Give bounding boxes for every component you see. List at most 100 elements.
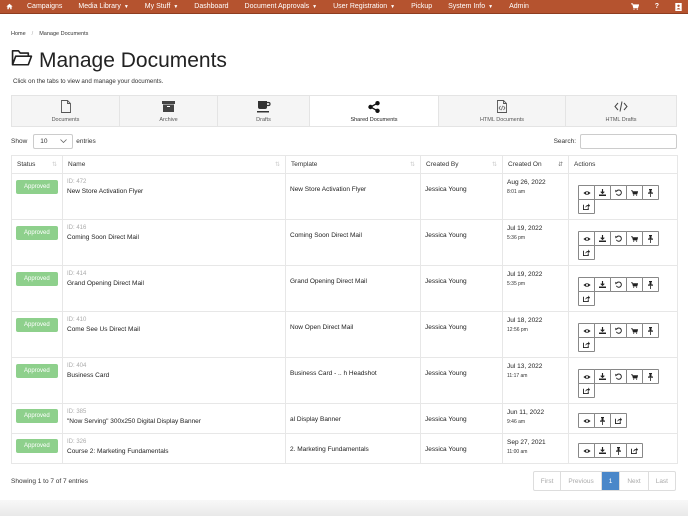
view-button[interactable]	[578, 369, 595, 384]
download-button[interactable]	[594, 369, 611, 384]
pin-button[interactable]	[642, 277, 659, 292]
view-button[interactable]	[578, 185, 595, 200]
revert-button[interactable]	[610, 277, 627, 292]
share-button[interactable]	[578, 337, 595, 352]
cart-button[interactable]	[626, 185, 643, 200]
download-button[interactable]	[594, 443, 611, 458]
status-cell: Approved	[11, 403, 63, 434]
eye-icon	[582, 236, 591, 242]
cart-button[interactable]	[626, 231, 643, 246]
download-button[interactable]	[594, 323, 611, 338]
view-button[interactable]	[578, 443, 595, 458]
share-button[interactable]	[578, 383, 595, 398]
sort-icon: ⇅	[491, 162, 497, 168]
column-header-created-by[interactable]: Created By ⇅	[420, 155, 503, 174]
pin-button[interactable]	[610, 443, 627, 458]
help-icon[interactable]: ?	[655, 3, 659, 10]
download-button[interactable]	[594, 185, 611, 200]
revert-button[interactable]	[610, 369, 627, 384]
pagination-first-button[interactable]: First	[534, 472, 562, 490]
nav-item-document-approvals[interactable]: Document Approvals ▼	[245, 3, 318, 10]
view-button[interactable]	[578, 277, 595, 292]
share-external-icon	[583, 387, 590, 394]
cart-button[interactable]	[626, 323, 643, 338]
tab-html-drafts[interactable]: HTML Drafts	[566, 96, 676, 126]
document-name[interactable]: "Now Serving" 300x250 Digital Display Ba…	[67, 418, 281, 425]
nav-item-admin[interactable]: Admin	[509, 3, 529, 10]
pin-button[interactable]	[642, 369, 659, 384]
nav-item-pickup[interactable]: Pickup	[411, 3, 432, 10]
created-date: Sep 27, 2021	[507, 439, 546, 446]
tab-archive[interactable]: Archive	[120, 96, 218, 126]
pin-button[interactable]	[594, 413, 611, 428]
nav-item-system-info[interactable]: System Info ▼	[448, 3, 493, 10]
sort-icon: ⇅	[274, 162, 280, 168]
view-button[interactable]	[578, 231, 595, 246]
share-button[interactable]	[578, 199, 595, 214]
nav-item-label: My Stuff	[144, 3, 171, 10]
share-button[interactable]	[626, 443, 643, 458]
tab-drafts[interactable]: Drafts	[218, 96, 310, 126]
table-footer: Showing 1 to 7 of 7 entries First Previou…	[11, 471, 677, 491]
share-button[interactable]	[578, 291, 595, 306]
pin-button[interactable]	[642, 185, 659, 200]
pin-button[interactable]	[642, 231, 659, 246]
pagination-1-button[interactable]: 1	[601, 472, 621, 490]
share-button[interactable]	[578, 245, 595, 260]
navbar-right: ?	[615, 2, 682, 11]
nav-item-dashboard[interactable]: Dashboard	[194, 3, 228, 10]
share-button[interactable]	[610, 413, 627, 428]
column-label: Name	[68, 161, 86, 168]
column-header-created-on[interactable]: Created On ⇵	[502, 155, 569, 174]
table-controls: Show 10 entries Search:	[11, 134, 677, 149]
column-header-status[interactable]: Status ⇅	[11, 155, 63, 174]
nav-item-campaigns[interactable]: Campaigns	[27, 3, 62, 10]
created-date: Jul 19, 2022	[507, 225, 543, 232]
tab-html-documents[interactable]: HTML Documents	[439, 96, 566, 126]
show-label: Show	[11, 138, 28, 145]
cart-button[interactable]	[626, 369, 643, 384]
undo-icon	[615, 281, 622, 288]
document-name[interactable]: Grand Opening Direct Mail	[67, 280, 281, 287]
breadcrumb-home[interactable]: Home	[11, 31, 26, 37]
view-button[interactable]	[578, 323, 595, 338]
tab-shared-documents[interactable]: Shared Documents	[310, 96, 439, 126]
tab-documents[interactable]: Documents	[12, 96, 120, 126]
breadcrumb-current: Manage Documents	[39, 31, 89, 37]
search-input[interactable]	[580, 134, 677, 149]
created-time: 5:35 pm	[507, 281, 526, 287]
download-button[interactable]	[594, 231, 611, 246]
column-header-name[interactable]: Name ⇅	[62, 155, 286, 174]
page-length-select[interactable]: 10	[33, 134, 74, 149]
column-header-template[interactable]: Template ⇅	[285, 155, 421, 174]
nav-item-my-stuff[interactable]: My Stuff ▼	[145, 3, 179, 10]
pagination-last-button[interactable]: Last	[649, 472, 675, 490]
bottom-shade	[0, 500, 688, 516]
view-button[interactable]	[578, 413, 595, 428]
revert-button[interactable]	[610, 323, 627, 338]
nav-item-label: Pickup	[411, 3, 433, 10]
pagination-next-button[interactable]: Next	[620, 472, 649, 490]
eye-icon	[582, 282, 591, 288]
file-code-icon	[497, 100, 507, 114]
document-name[interactable]: Business Card	[67, 372, 281, 379]
created-on-cell: Jul 13, 2022 11:17 am	[502, 357, 569, 404]
download-button[interactable]	[594, 277, 611, 292]
cart-icon[interactable]	[630, 3, 639, 10]
column-label: Created By	[426, 161, 459, 168]
pin-button[interactable]	[642, 323, 659, 338]
revert-button[interactable]	[610, 185, 627, 200]
action-buttons	[578, 231, 668, 260]
home-icon[interactable]	[6, 3, 13, 10]
document-name[interactable]: Course 2: Marketing Fundamentals	[67, 448, 281, 455]
document-name[interactable]: New Store Activation Flyer	[67, 188, 281, 195]
nav-item-user-registration[interactable]: User Registration ▼	[333, 3, 395, 10]
document-name[interactable]: Come See Us Direct Mail	[67, 326, 281, 333]
revert-button[interactable]	[610, 231, 627, 246]
nav-item-media-library[interactable]: Media Library ▼	[78, 3, 128, 10]
document-name[interactable]: Coming Soon Direct Mail	[67, 234, 281, 241]
cart-button[interactable]	[626, 277, 643, 292]
table-row: Approved ID: 414 Grand Opening Direct Mai…	[11, 265, 678, 312]
pagination-previous-button[interactable]: Previous	[561, 472, 602, 490]
user-card-icon[interactable]	[675, 2, 682, 11]
